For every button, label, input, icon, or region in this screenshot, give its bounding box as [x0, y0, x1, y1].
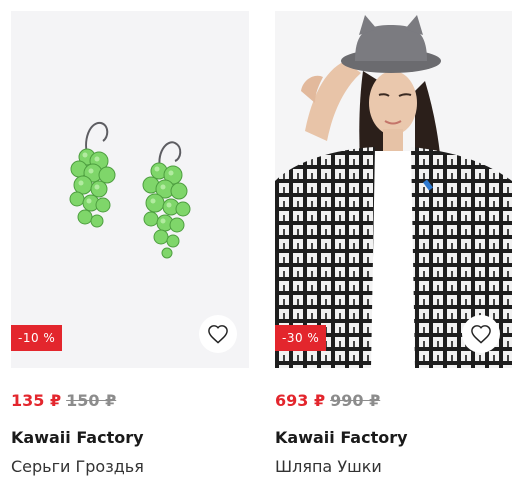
product-grid: -10 % 135 ₽150 ₽ Kawaii Factory Серьги Г… — [0, 0, 525, 500]
favorite-button[interactable] — [462, 315, 500, 353]
price-row: 693 ₽990 ₽ — [275, 391, 512, 411]
heart-icon — [208, 325, 228, 344]
product-card[interactable]: -10 % 135 ₽150 ₽ Kawaii Factory Серьги Г… — [11, 11, 249, 477]
product-name[interactable]: Шляпа Ушки — [275, 457, 512, 477]
favorite-button[interactable] — [199, 315, 237, 353]
discount-badge: -30 % — [275, 325, 327, 351]
price-old: 990 ₽ — [330, 391, 381, 410]
price-old: 150 ₽ — [66, 391, 117, 410]
price-current: 693 ₽ — [275, 391, 326, 410]
price-row: 135 ₽150 ₽ — [11, 391, 249, 411]
discount-badge: -10 % — [11, 325, 63, 351]
product-brand[interactable]: Kawaii Factory — [11, 428, 249, 448]
price-current: 135 ₽ — [11, 391, 62, 410]
product-brand[interactable]: Kawaii Factory — [275, 428, 512, 448]
product-card[interactable]: -30 % 693 ₽990 ₽ Kawaii Factory Шляпа Уш… — [275, 11, 512, 477]
heart-icon — [471, 325, 491, 344]
product-image[interactable]: -10 % — [11, 11, 249, 368]
product-image[interactable]: -30 % — [275, 11, 512, 368]
product-name[interactable]: Серьги Гроздья — [11, 457, 249, 477]
